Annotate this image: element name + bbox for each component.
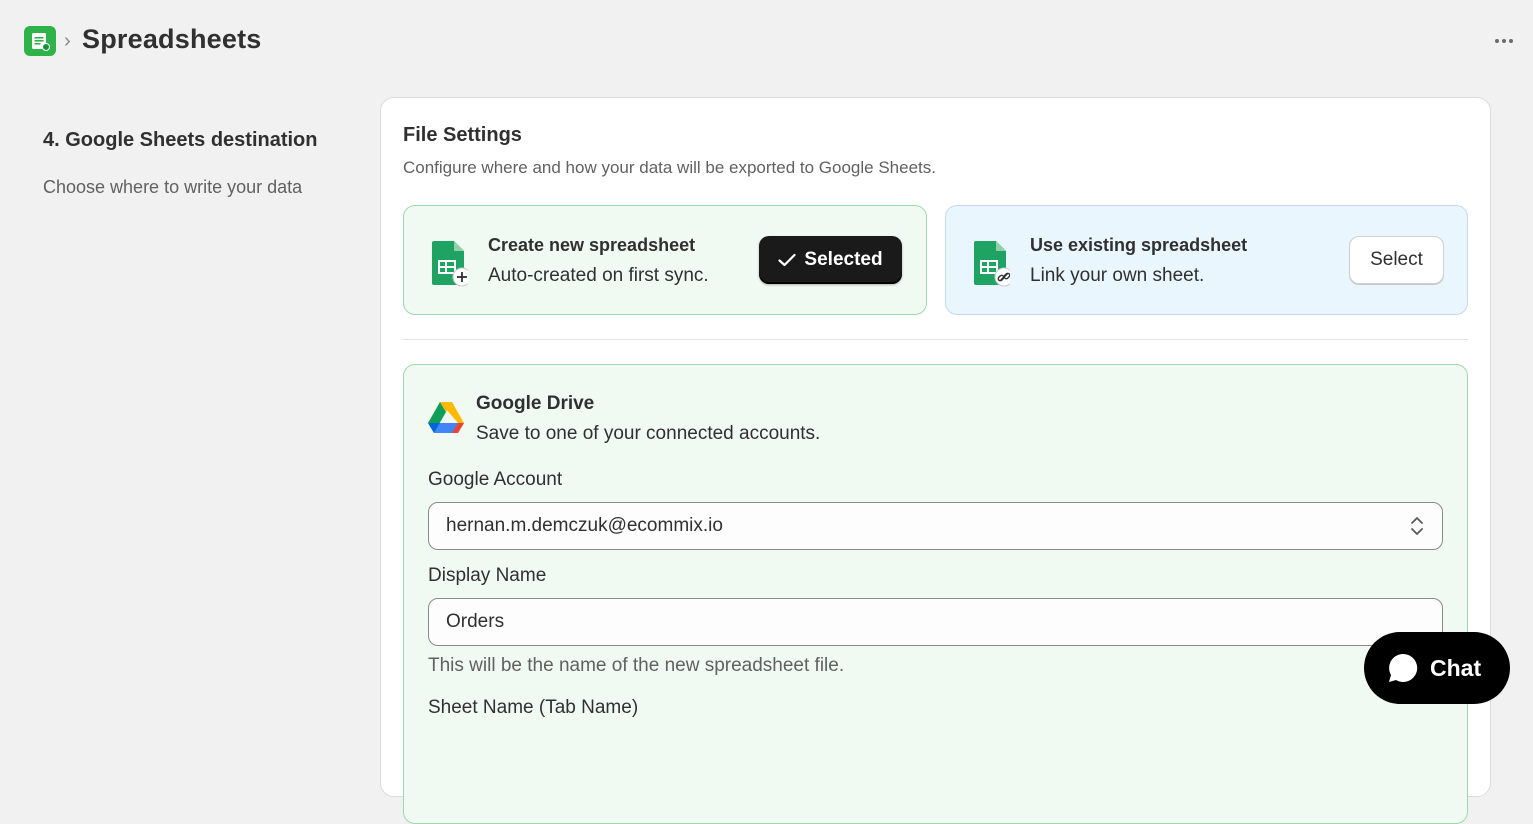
ellipsis-icon bbox=[1495, 39, 1499, 43]
spreadsheet-app-icon[interactable] bbox=[24, 26, 56, 56]
card-subtitle: Configure where and how your data will b… bbox=[403, 158, 936, 177]
option-title: Use existing spreadsheet bbox=[1030, 235, 1248, 255]
step-description: Choose where to write your data bbox=[43, 177, 303, 197]
option-description: Link your own sheet. bbox=[1030, 265, 1205, 286]
option-title: Create new spreadsheet bbox=[488, 235, 696, 255]
select-button[interactable]: Select bbox=[1349, 236, 1444, 284]
divider bbox=[403, 339, 1468, 340]
top-bar: › Spreadsheets bbox=[0, 0, 1533, 80]
google-drive-panel: Google Drive Save to one of your connect… bbox=[403, 364, 1468, 824]
display-name-input[interactable]: Orders bbox=[428, 598, 1443, 646]
google-account-label: Google Account bbox=[428, 469, 563, 490]
option-create-new-spreadsheet[interactable]: Create new spreadsheet Auto-created on f… bbox=[403, 205, 927, 315]
page-title: Spreadsheets bbox=[82, 24, 262, 54]
sheet-link-icon bbox=[974, 241, 1010, 287]
option-description: Auto-created on first sync. bbox=[488, 265, 709, 286]
display-name-help: This will be the name of the new spreads… bbox=[428, 655, 845, 676]
sheet-name-label: Sheet Name (Tab Name) bbox=[428, 697, 639, 718]
checkmark-icon bbox=[778, 253, 797, 267]
google-account-value: hernan.m.demczuk@ecommix.io bbox=[446, 515, 723, 536]
display-name-value: Orders bbox=[446, 611, 505, 632]
sheet-plus-icon bbox=[432, 241, 468, 287]
option-use-existing-spreadsheet[interactable]: Use existing spreadsheet Link your own s… bbox=[945, 205, 1468, 315]
chat-button[interactable]: Chat bbox=[1364, 632, 1510, 704]
step-title: 4. Google Sheets destination bbox=[43, 129, 318, 151]
display-name-label: Display Name bbox=[428, 565, 547, 586]
chat-button-label: Chat bbox=[1430, 654, 1482, 681]
card-title: File Settings bbox=[403, 124, 522, 146]
chat-bubble-icon bbox=[1389, 653, 1418, 682]
file-settings-card: File Settings Configure where and how yo… bbox=[380, 97, 1491, 824]
select-arrows-icon bbox=[1411, 517, 1423, 535]
breadcrumb-separator: › bbox=[64, 30, 71, 52]
google-drive-icon bbox=[428, 402, 464, 433]
selected-button-label: Selected bbox=[804, 249, 883, 270]
drive-description: Save to one of your connected accounts. bbox=[476, 423, 821, 444]
selected-button[interactable]: Selected bbox=[759, 236, 902, 284]
more-actions-button[interactable] bbox=[1488, 28, 1520, 54]
google-account-select[interactable]: hernan.m.demczuk@ecommix.io bbox=[428, 502, 1443, 550]
drive-title: Google Drive bbox=[476, 393, 595, 414]
